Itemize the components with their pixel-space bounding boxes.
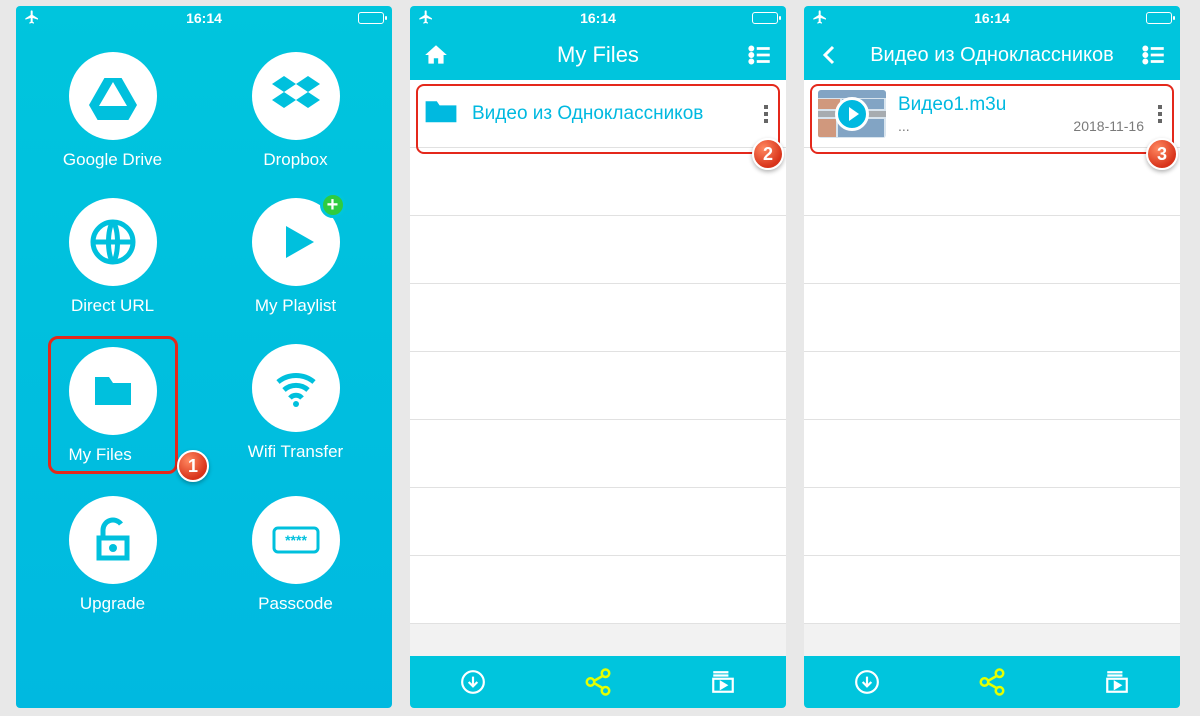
status-bar: 16:14	[16, 6, 392, 30]
folder-name: Видео из Одноклассников	[472, 103, 760, 125]
file-name: Видео1.m3u	[898, 94, 1144, 116]
status-bar: 16:14	[410, 6, 786, 30]
lock-open-icon	[89, 516, 137, 564]
row-menu-button[interactable]	[1154, 101, 1166, 127]
list-row-empty	[804, 556, 1180, 624]
tile-dropbox[interactable]: Dropbox	[219, 52, 372, 170]
list-row-empty	[410, 284, 786, 352]
downloads-button[interactable]	[852, 667, 882, 697]
download-icon	[854, 669, 880, 695]
battery-icon	[1146, 12, 1172, 24]
step-marker: 1	[177, 450, 209, 482]
page-title: My Files	[410, 42, 786, 68]
file-list: Видео из Одноклассников 2	[410, 80, 786, 656]
google-drive-icon	[89, 72, 137, 120]
nowplaying-button[interactable]	[1102, 667, 1132, 697]
bottom-bar	[410, 656, 786, 708]
video-thumbnail	[818, 90, 886, 138]
list-row-empty	[410, 420, 786, 488]
list-row-empty	[804, 488, 1180, 556]
folder-row[interactable]: Видео из Одноклассников	[410, 80, 786, 148]
tile-label: My Files	[69, 445, 132, 464]
status-bar: 16:14	[804, 6, 1180, 30]
queue-play-icon	[710, 669, 736, 695]
dropbox-icon	[272, 72, 320, 120]
home-grid: Google Drive Dropbox Direct URL + My Pla…	[16, 30, 392, 636]
wifi-icon	[272, 364, 320, 412]
tile-my-playlist[interactable]: + My Playlist	[219, 198, 372, 316]
screen-folder-contents: 16:14 Видео из Одноклассников Видео1.m3u…	[804, 6, 1180, 708]
list-row-empty	[804, 352, 1180, 420]
title-bar: My Files	[410, 30, 786, 80]
row-menu-button[interactable]	[760, 101, 772, 127]
status-time: 16:14	[410, 10, 786, 26]
nowplaying-button[interactable]	[708, 667, 738, 697]
battery-icon	[752, 12, 778, 24]
file-list: Видео1.m3u ... 2018-11-16 3	[804, 80, 1180, 656]
tile-upgrade[interactable]: Upgrade	[36, 496, 189, 614]
downloads-button[interactable]	[458, 667, 488, 697]
step-marker: 3	[1146, 138, 1178, 170]
list-row-empty	[804, 216, 1180, 284]
battery-icon	[358, 12, 384, 24]
list-row-empty	[410, 556, 786, 624]
tile-my-files[interactable]: My Files 1	[36, 344, 189, 468]
svg-text:****: ****	[285, 532, 307, 548]
status-time: 16:14	[16, 10, 392, 26]
globe-icon	[89, 218, 137, 266]
tile-label: Upgrade	[80, 594, 145, 614]
file-row[interactable]: Видео1.m3u ... 2018-11-16	[804, 80, 1180, 148]
list-row-empty	[804, 148, 1180, 216]
status-time: 16:14	[804, 10, 1180, 26]
tile-google-drive[interactable]: Google Drive	[36, 52, 189, 170]
download-icon	[460, 669, 486, 695]
screen-my-files: 16:14 My Files Видео из Одноклассников 2	[410, 6, 786, 708]
list-row-empty	[410, 352, 786, 420]
tile-label: Direct URL	[71, 296, 154, 316]
tile-label: Dropbox	[263, 150, 327, 170]
page-title: Видео из Одноклассников	[804, 44, 1180, 67]
tile-label: Google Drive	[63, 150, 162, 170]
queue-play-icon	[1104, 669, 1130, 695]
list-row-empty	[410, 148, 786, 216]
highlight-box: My Files	[48, 336, 178, 474]
list-row-empty	[410, 216, 786, 284]
list-row-empty	[410, 488, 786, 556]
share-nodes-icon	[977, 667, 1007, 697]
play-icon	[272, 218, 320, 266]
share-nodes-icon	[583, 667, 613, 697]
screen-home: 16:14 Google Drive Dropbox Direct URL	[16, 6, 392, 708]
tile-wifi-transfer[interactable]: Wifi Transfer	[219, 344, 372, 468]
share-button[interactable]	[977, 667, 1007, 697]
folder-icon	[89, 367, 137, 415]
tile-label: Passcode	[258, 594, 333, 614]
bottom-bar	[804, 656, 1180, 708]
tile-label: My Playlist	[255, 296, 336, 316]
title-bar: Видео из Одноклассников	[804, 30, 1180, 80]
list-row-empty	[804, 420, 1180, 488]
list-row-empty	[804, 284, 1180, 352]
passcode-icon: ****	[272, 516, 320, 564]
tile-passcode[interactable]: **** Passcode	[219, 496, 372, 614]
folder-icon	[424, 97, 458, 130]
share-button[interactable]	[583, 667, 613, 697]
tile-direct-url[interactable]: Direct URL	[36, 198, 189, 316]
file-meta: ...	[898, 118, 910, 134]
plus-badge-icon: +	[320, 192, 346, 218]
file-date: 2018-11-16	[1073, 118, 1144, 134]
step-marker: 2	[752, 138, 784, 170]
tile-label: Wifi Transfer	[248, 442, 343, 462]
play-overlay-icon	[835, 97, 869, 131]
